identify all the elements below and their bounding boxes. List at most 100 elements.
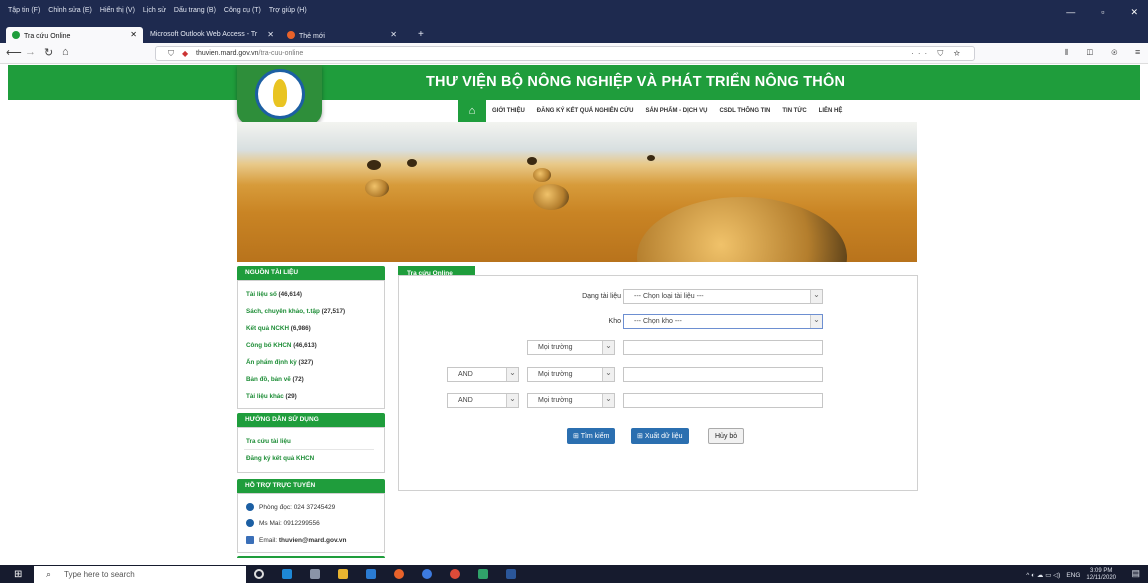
search-term-input-1[interactable] bbox=[623, 340, 823, 355]
contact-email[interactable]: Email: thuvien@mard.gov.vn bbox=[246, 536, 347, 544]
navigation-toolbar: ⟵ → ↻ ⌂ ⛉ ◆ thuvien.mard.gov.vn/tra-cuu-… bbox=[0, 43, 1148, 64]
source-link[interactable]: Ấn phẩm định kỳ (327) bbox=[246, 359, 313, 366]
operator-select-3[interactable]: AND bbox=[447, 393, 519, 408]
notifications-icon[interactable]: ▤ bbox=[1131, 568, 1140, 579]
reload-icon[interactable]: ↻ bbox=[44, 46, 53, 59]
nav-lien-he[interactable]: LIÊN HỆ bbox=[813, 108, 849, 114]
back-arrow-icon[interactable]: ⟵ bbox=[6, 46, 22, 59]
guide-header: HƯỚNG DẪN SỬ DỤNG bbox=[237, 413, 385, 427]
sheets-icon[interactable] bbox=[478, 569, 488, 579]
menu-edit[interactable]: Chỉnh sửa (E) bbox=[48, 7, 92, 14]
file-explorer-icon[interactable] bbox=[338, 569, 348, 579]
menu-help[interactable]: Trợ giúp (H) bbox=[269, 7, 307, 14]
contact-ms-mai[interactable]: Ms Mai: 0912299556 bbox=[246, 519, 320, 527]
menu-bookmarks[interactable]: Dấu trang (B) bbox=[174, 7, 216, 14]
outlook-icon[interactable] bbox=[366, 569, 376, 579]
firefox-icon[interactable] bbox=[394, 569, 404, 579]
firefox-icon bbox=[287, 31, 295, 39]
nav-gioi-thieu[interactable]: GIỚI THIỆU bbox=[486, 108, 531, 114]
store-icon[interactable] bbox=[310, 569, 320, 579]
search-icon: ⌕ bbox=[46, 569, 52, 579]
url-domain: thuvien.mard.gov.vn bbox=[196, 50, 259, 57]
taskbar-search-input[interactable]: ⌕ Type here to search bbox=[34, 566, 246, 583]
doc-type-label: Dạng tài liệu bbox=[582, 293, 621, 300]
word-icon[interactable] bbox=[506, 569, 516, 579]
repo-select[interactable]: --- Chọn kho --- bbox=[623, 314, 823, 329]
menu-view[interactable]: Hiển thị (V) bbox=[100, 7, 135, 14]
banner-image bbox=[237, 122, 917, 262]
tab-outlook[interactable]: Microsoft Outlook Web Access - Tr ✕ bbox=[144, 27, 280, 43]
url-input[interactable]: ⛉ ◆ thuvien.mard.gov.vn/tra-cuu-online ·… bbox=[155, 46, 975, 61]
doc-type-select[interactable]: --- Chọn loại tài liệu --- bbox=[623, 289, 823, 304]
browser-titlebar: Tập tin (F) Chỉnh sửa (E) Hiển thị (V) L… bbox=[0, 0, 1148, 26]
sources-header: NGUỒN TÀI LIỆU bbox=[237, 266, 385, 280]
cortana-icon[interactable] bbox=[254, 569, 264, 579]
close-tab-icon[interactable]: ✕ bbox=[267, 30, 274, 39]
nav-san-pham-dich-vu[interactable]: SẢN PHẨM - DỊCH VỤ bbox=[639, 108, 713, 114]
nav-dang-ky-ket-qua[interactable]: ĐĂNG KÝ KẾT QUẢ NGHIÊN CỨU bbox=[531, 108, 640, 114]
search-term-input-3[interactable] bbox=[623, 393, 823, 408]
menu-history[interactable]: Lịch sử bbox=[143, 7, 166, 14]
search-button[interactable]: ⊞ Tìm kiếm bbox=[567, 428, 616, 444]
minimize-icon[interactable]: — bbox=[1066, 7, 1075, 18]
menu-file[interactable]: Tập tin (F) bbox=[8, 7, 40, 14]
site-info-icon[interactable]: ◆ bbox=[182, 49, 188, 58]
field-select-2[interactable]: Mọi trường bbox=[527, 367, 615, 382]
menu-tools[interactable]: Công cụ (T) bbox=[224, 7, 261, 14]
windows-taskbar: ⊞ ⌕ Type here to search ^ ◐ ☁ ▭ ◁) ENG 3:… bbox=[0, 565, 1148, 583]
tab-tra-cuu-online[interactable]: Tra cứu Online ✕ bbox=[6, 27, 143, 43]
sources-panel: Tài liệu số (46,614) Sách, chuyên khảo, … bbox=[237, 280, 385, 409]
tab-new[interactable]: Thẻ mới ✕ bbox=[281, 27, 403, 43]
guide-link-dang-ky[interactable]: Đăng ký kết quả KHCN bbox=[246, 455, 314, 462]
support-panel: Phòng đọc: 024 37245429 Ms Mai: 09122995… bbox=[237, 493, 385, 553]
support-header: HỖ TRỢ TRỰC TUYẾN bbox=[237, 479, 385, 493]
top-navigation: ⌂ GIỚI THIỆU ĐĂNG KÝ KẾT QUẢ NGHIÊN CỨU … bbox=[458, 100, 916, 122]
source-link[interactable]: Công bố KHCN (46,613) bbox=[246, 342, 317, 349]
export-button[interactable]: ⊞ Xuất dữ liệu bbox=[631, 428, 689, 444]
search-icon: ⊞ bbox=[573, 433, 581, 440]
site-favicon-icon bbox=[12, 31, 20, 39]
search-panel: Dạng tài liệu --- Chọn loại tài liệu ---… bbox=[398, 275, 918, 491]
search-term-input-2[interactable] bbox=[623, 367, 823, 382]
clock[interactable]: 3:09 PM 12/11/2020 bbox=[1086, 568, 1116, 582]
home-icon[interactable]: ⌂ bbox=[62, 46, 69, 58]
edge-icon[interactable] bbox=[282, 569, 292, 579]
window-controls: — ▫ ✕ bbox=[1066, 7, 1138, 18]
new-tab-plus-icon[interactable]: + bbox=[412, 25, 430, 41]
next-section-header bbox=[237, 556, 385, 558]
chrome-icon[interactable] bbox=[450, 569, 460, 579]
tab-label: Microsoft Outlook Web Access - Tr bbox=[150, 31, 258, 38]
logo-seal-icon bbox=[255, 69, 305, 119]
close-icon[interactable]: ✕ bbox=[1130, 7, 1138, 18]
menu-bar: Tập tin (F) Chỉnh sửa (E) Hiển thị (V) L… bbox=[8, 7, 307, 14]
home-icon[interactable]: ⌂ bbox=[458, 100, 486, 122]
zalo-icon[interactable] bbox=[422, 569, 432, 579]
close-tab-icon[interactable]: ✕ bbox=[390, 30, 397, 39]
source-link[interactable]: Bản đồ, bản vẽ (72) bbox=[246, 376, 304, 383]
field-select-1[interactable]: Mọi trường bbox=[527, 340, 615, 355]
forward-arrow-icon[interactable]: → bbox=[25, 46, 36, 58]
tray-icons[interactable]: ^ ◐ ☁ ▭ ◁) bbox=[1026, 571, 1060, 579]
operator-select-2[interactable]: AND bbox=[447, 367, 519, 382]
language-indicator[interactable]: ENG bbox=[1066, 572, 1080, 579]
source-link[interactable]: Sách, chuyên khảo, t.tập (27,517) bbox=[246, 308, 345, 315]
source-link[interactable]: Kết quả NCKH (6,986) bbox=[246, 325, 311, 332]
windows-start-icon[interactable]: ⊞ bbox=[14, 569, 22, 580]
contact-reading-room[interactable]: Phòng đọc: 024 37245429 bbox=[246, 503, 335, 511]
source-link[interactable]: Tài liệu khác (29) bbox=[246, 393, 297, 400]
ministry-logo[interactable] bbox=[237, 65, 322, 125]
close-tab-icon[interactable]: ✕ bbox=[130, 30, 137, 39]
page-actions-icon[interactable]: ··· ⛉ ☆ bbox=[911, 49, 964, 59]
skype-icon bbox=[246, 519, 254, 527]
maximize-icon[interactable]: ▫ bbox=[1101, 7, 1104, 18]
guide-panel: Tra cứu tài liệu Đăng ký kết quả KHCN bbox=[237, 427, 385, 473]
field-select-3[interactable]: Mọi trường bbox=[527, 393, 615, 408]
repo-label: Kho bbox=[608, 318, 621, 325]
source-link[interactable]: Tài liệu số (46,614) bbox=[246, 291, 302, 298]
hamburger-menu-icon[interactable]: ≡ bbox=[1135, 47, 1140, 57]
guide-link-tra-cuu[interactable]: Tra cứu tài liệu bbox=[246, 438, 291, 445]
nav-csdl-thong-tin[interactable]: CSDL THÔNG TIN bbox=[713, 108, 776, 114]
library-icon[interactable]: ⫴ ◫ ⊛ bbox=[1065, 48, 1125, 58]
cancel-button[interactable]: Hủy bỏ bbox=[708, 428, 745, 444]
nav-tin-tuc[interactable]: TIN TỨC bbox=[776, 108, 812, 114]
